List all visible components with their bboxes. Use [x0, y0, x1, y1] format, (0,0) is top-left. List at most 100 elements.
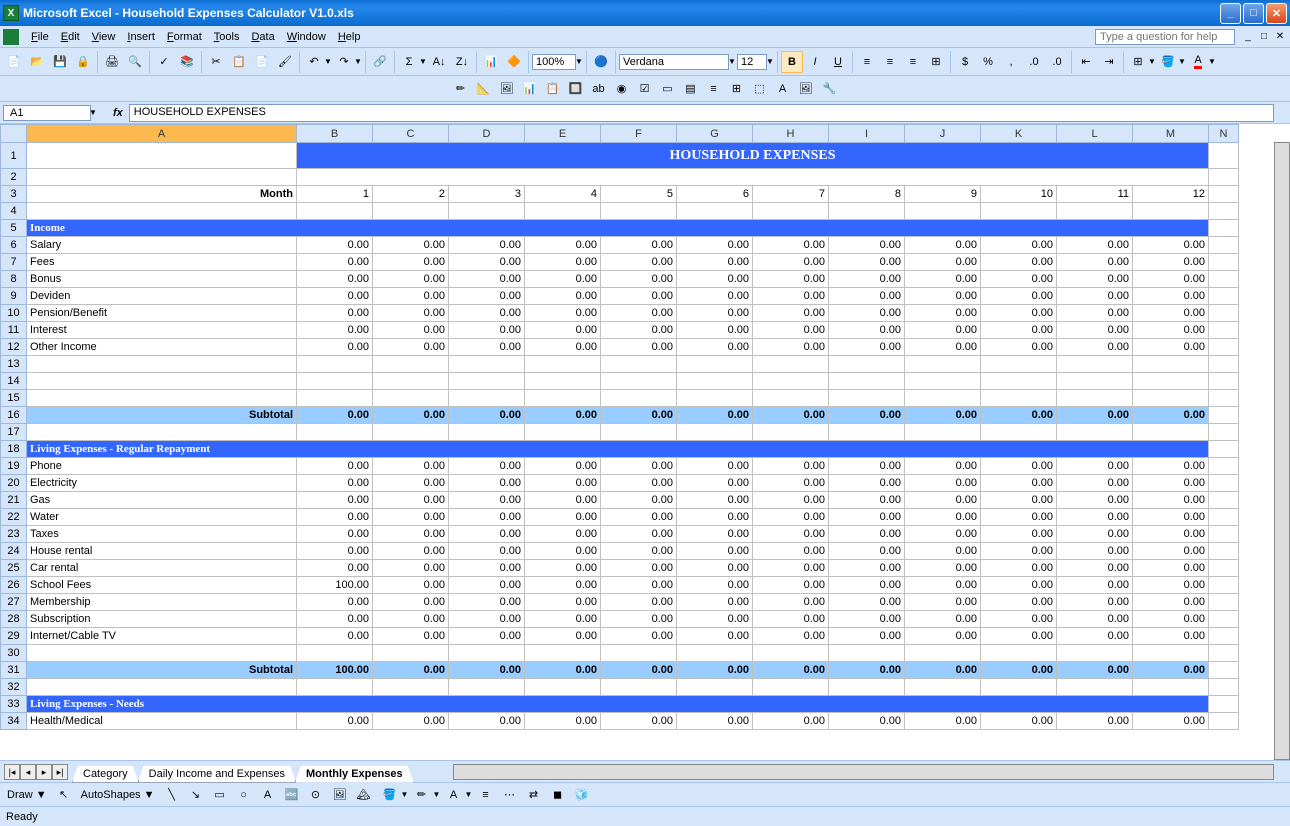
- cell[interactable]: 0.00: [601, 713, 677, 730]
- cell[interactable]: 0.00: [601, 407, 677, 424]
- copy-icon[interactable]: 📋: [228, 51, 250, 73]
- dash-style-icon[interactable]: ⋯: [499, 784, 521, 806]
- percent-icon[interactable]: %: [977, 51, 999, 73]
- cell[interactable]: 0.00: [677, 611, 753, 628]
- save-icon[interactable]: 💾: [49, 51, 71, 73]
- tb2-icon[interactable]: ◉: [611, 78, 633, 100]
- col-header-F[interactable]: F: [601, 125, 677, 143]
- cell[interactable]: [1209, 509, 1239, 526]
- horizontal-scrollbar[interactable]: [453, 764, 1274, 780]
- redo-icon[interactable]: ↷: [333, 51, 355, 73]
- cell[interactable]: [601, 203, 677, 220]
- cell[interactable]: Car rental: [27, 560, 297, 577]
- cell[interactable]: [1133, 373, 1209, 390]
- cell[interactable]: Bonus: [27, 271, 297, 288]
- cell[interactable]: 0.00: [373, 526, 449, 543]
- cell[interactable]: [601, 390, 677, 407]
- undo-icon[interactable]: ↶: [303, 51, 325, 73]
- cell[interactable]: 0.00: [1057, 662, 1133, 679]
- menu-file[interactable]: File: [25, 29, 55, 45]
- cell[interactable]: 0.00: [1057, 339, 1133, 356]
- row-header[interactable]: 2: [1, 169, 27, 186]
- tb2-icon[interactable]: ⬚: [749, 78, 771, 100]
- cell[interactable]: 0.00: [373, 288, 449, 305]
- cell[interactable]: 0.00: [449, 305, 525, 322]
- cell[interactable]: [1209, 143, 1239, 169]
- cell[interactable]: 11: [1057, 186, 1133, 203]
- help-search[interactable]: [1095, 29, 1235, 45]
- cell[interactable]: 0.00: [677, 237, 753, 254]
- cell[interactable]: [1057, 203, 1133, 220]
- col-header-I[interactable]: I: [829, 125, 905, 143]
- help-icon[interactable]: 🔵: [590, 51, 612, 73]
- cell[interactable]: 0.00: [905, 509, 981, 526]
- font-size-input[interactable]: [737, 54, 767, 70]
- cell[interactable]: [1209, 424, 1239, 441]
- tab-last[interactable]: ▸|: [52, 764, 68, 780]
- cell[interactable]: Membership: [27, 594, 297, 611]
- tb2-icon[interactable]: ☑: [634, 78, 656, 100]
- row-header[interactable]: 10: [1, 305, 27, 322]
- cell[interactable]: 0.00: [1057, 492, 1133, 509]
- cell[interactable]: [525, 373, 601, 390]
- tb2-icon[interactable]: 🔧: [819, 78, 841, 100]
- cell[interactable]: [905, 390, 981, 407]
- cell[interactable]: [1133, 645, 1209, 662]
- cell[interactable]: 0.00: [1133, 577, 1209, 594]
- cell[interactable]: 0.00: [905, 543, 981, 560]
- cell[interactable]: [1057, 390, 1133, 407]
- cell[interactable]: 0.00: [905, 611, 981, 628]
- cell[interactable]: 0.00: [753, 713, 829, 730]
- row-header[interactable]: 33: [1, 696, 27, 713]
- cell[interactable]: [829, 424, 905, 441]
- tb2-icon[interactable]: 🔲: [565, 78, 587, 100]
- cell[interactable]: 0.00: [905, 237, 981, 254]
- paste-icon[interactable]: 📄: [251, 51, 273, 73]
- cell[interactable]: 0.00: [753, 526, 829, 543]
- cell[interactable]: 0.00: [373, 254, 449, 271]
- cell[interactable]: [905, 373, 981, 390]
- cell[interactable]: [981, 645, 1057, 662]
- arrow-style-icon[interactable]: ⇄: [523, 784, 545, 806]
- cell[interactable]: 0.00: [753, 271, 829, 288]
- cell[interactable]: 0.00: [601, 492, 677, 509]
- row-header[interactable]: 11: [1, 322, 27, 339]
- cell[interactable]: 3: [449, 186, 525, 203]
- cell[interactable]: [829, 679, 905, 696]
- cell[interactable]: 0.00: [373, 339, 449, 356]
- cell[interactable]: 0.00: [297, 594, 373, 611]
- cell[interactable]: [1209, 458, 1239, 475]
- cell[interactable]: 0.00: [981, 288, 1057, 305]
- cell[interactable]: 0.00: [1057, 594, 1133, 611]
- cell[interactable]: 0.00: [449, 628, 525, 645]
- cell[interactable]: 0.00: [449, 288, 525, 305]
- cell[interactable]: [373, 645, 449, 662]
- cell[interactable]: 0.00: [601, 628, 677, 645]
- row-header[interactable]: 32: [1, 679, 27, 696]
- col-header-N[interactable]: N: [1209, 125, 1239, 143]
- cell[interactable]: [829, 356, 905, 373]
- cell[interactable]: 0.00: [449, 543, 525, 560]
- cell[interactable]: 0.00: [905, 526, 981, 543]
- cell[interactable]: [1209, 441, 1239, 458]
- cell[interactable]: 0.00: [449, 271, 525, 288]
- cell[interactable]: Gas: [27, 492, 297, 509]
- cell[interactable]: 0.00: [601, 237, 677, 254]
- cell[interactable]: 0.00: [1057, 611, 1133, 628]
- cell[interactable]: 4: [525, 186, 601, 203]
- cell[interactable]: [1133, 390, 1209, 407]
- cell[interactable]: [297, 373, 373, 390]
- italic-icon[interactable]: I: [804, 51, 826, 73]
- row-header[interactable]: 23: [1, 526, 27, 543]
- cell[interactable]: 0.00: [829, 288, 905, 305]
- cell[interactable]: [753, 203, 829, 220]
- cell[interactable]: 0.00: [753, 254, 829, 271]
- cell[interactable]: 0.00: [449, 662, 525, 679]
- font-color-icon[interactable]: A: [1187, 51, 1209, 73]
- cell[interactable]: 0.00: [525, 492, 601, 509]
- cell[interactable]: 0.00: [297, 322, 373, 339]
- cell[interactable]: 0.00: [905, 288, 981, 305]
- col-header-D[interactable]: D: [449, 125, 525, 143]
- cell[interactable]: [1057, 679, 1133, 696]
- cell[interactable]: 0.00: [829, 713, 905, 730]
